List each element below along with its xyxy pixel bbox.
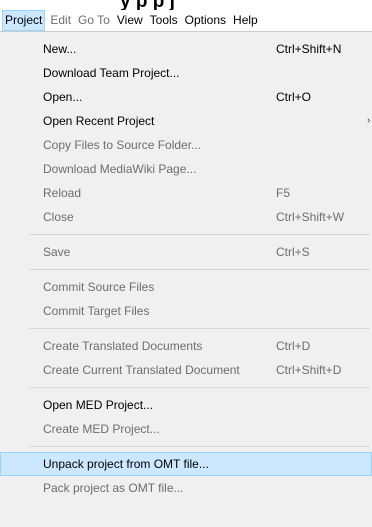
menubar: Project Edit Go To View Tools Options He…: [0, 10, 372, 31]
menu-item-label: Open Recent Project: [43, 114, 155, 128]
menu-project[interactable]: Project: [2, 10, 46, 31]
menu-item-save[interactable]: Save Ctrl+S: [0, 240, 372, 264]
menu-item-close[interactable]: Close Ctrl+Shift+W: [0, 205, 372, 229]
menu-item-shortcut: Ctrl+D: [276, 339, 311, 353]
menu-options[interactable]: Options: [183, 10, 228, 31]
menu-item-label: Open...: [43, 90, 83, 104]
menu-item-open[interactable]: Open... Ctrl+O: [0, 85, 372, 109]
menu-item-shortcut: Ctrl+O: [276, 90, 312, 104]
menu-item-unpack-project-from-omt[interactable]: Unpack project from OMT file...: [0, 452, 372, 476]
menu-item-label: Commit Source Files: [43, 280, 155, 294]
menu-item-label: Save: [43, 245, 71, 259]
menu-item-label: Download Team Project...: [43, 66, 180, 80]
menu-item-shortcut: Ctrl+Shift+W: [276, 210, 345, 224]
menu-item-label: Unpack project from OMT file...: [43, 457, 209, 471]
menu-item-label: Reload: [43, 186, 82, 200]
menu-item-label: Create Translated Documents: [43, 339, 203, 353]
menu-item-create-current-translated-document[interactable]: Create Current Translated Document Ctrl+…: [0, 358, 372, 382]
menu-item-shortcut: Ctrl+Shift+N: [276, 42, 342, 56]
menu-item-label: Copy Files to Source Folder...: [43, 138, 202, 152]
chevron-right-icon: ›: [367, 115, 371, 126]
menu-item-download-team-project[interactable]: Download Team Project...: [0, 61, 372, 85]
menu-edit[interactable]: Edit: [48, 10, 73, 31]
menu-item-commit-target-files[interactable]: Commit Target Files: [0, 299, 372, 323]
project-dropdown-menu: New... Ctrl+Shift+N Download Team Projec…: [0, 31, 372, 527]
menu-item-pack-project-as-omt[interactable]: Pack project as OMT file...: [0, 476, 372, 500]
menu-separator: [29, 269, 369, 270]
menu-item-shortcut: F5: [276, 186, 291, 200]
menu-item-new[interactable]: New... Ctrl+Shift+N: [0, 37, 372, 61]
menu-item-create-translated-documents[interactable]: Create Translated Documents Ctrl+D: [0, 334, 372, 358]
menu-item-open-recent-project[interactable]: Open Recent Project ›: [0, 109, 372, 133]
menu-item-shortcut: Ctrl+S: [276, 245, 310, 259]
menu-item-label: Download MediaWiki Page...: [43, 162, 197, 176]
menu-item-copy-files-to-source-folder[interactable]: Copy Files to Source Folder...: [0, 133, 372, 157]
menu-separator: [29, 328, 369, 329]
menu-item-label: Pack project as OMT file...: [43, 481, 184, 495]
menu-item-label: Open MED Project...: [43, 398, 154, 412]
menu-separator: [29, 234, 369, 235]
menu-item-label: Close: [43, 210, 74, 224]
menu-item-download-mediawiki-page[interactable]: Download MediaWiki Page...: [0, 157, 372, 181]
menu-item-label: Commit Target Files: [43, 304, 150, 318]
menu-item-shortcut: Ctrl+Shift+D: [276, 363, 342, 377]
menu-item-commit-source-files[interactable]: Commit Source Files: [0, 275, 372, 299]
menu-view[interactable]: View: [115, 10, 145, 31]
menu-item-reload[interactable]: Reload F5: [0, 181, 372, 205]
menu-help[interactable]: Help: [231, 10, 260, 31]
menu-item-open-med-project[interactable]: Open MED Project...: [0, 393, 372, 417]
menu-item-label: Create Current Translated Document: [43, 363, 240, 377]
menu-tools[interactable]: Tools: [148, 10, 180, 31]
menu-item-create-med-project[interactable]: Create MED Project...: [0, 417, 372, 441]
menu-separator: [29, 446, 369, 447]
menu-item-label: Create MED Project...: [43, 422, 160, 436]
top-strip: y p p j: [0, 0, 372, 10]
menu-separator: [29, 387, 369, 388]
menu-item-label: New...: [43, 42, 77, 56]
menu-go-to[interactable]: Go To: [76, 10, 112, 31]
